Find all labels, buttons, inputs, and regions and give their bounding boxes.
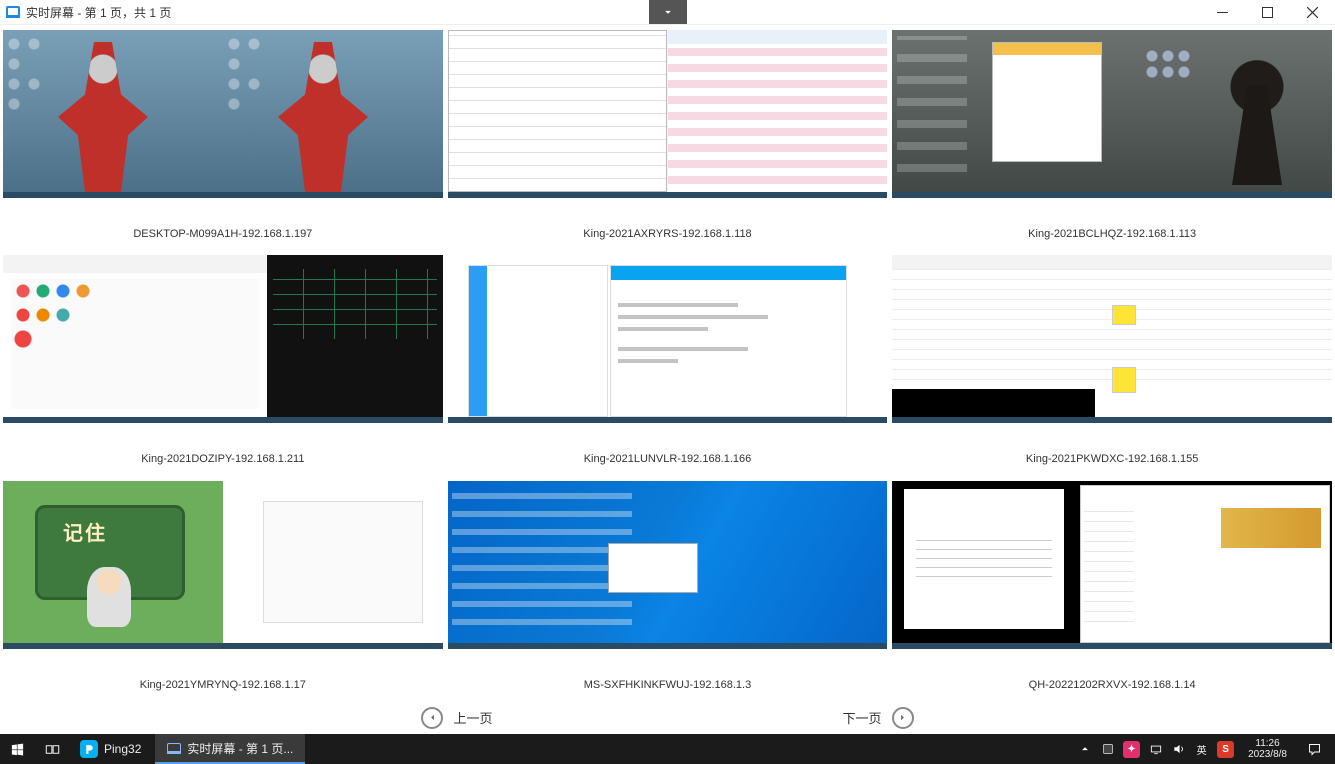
window-title: 实时屏幕 - 第 1 页，共 1 页	[26, 4, 171, 21]
task-view-icon	[45, 742, 60, 757]
tray-date: 2023/8/8	[1248, 749, 1287, 760]
screen-thumbnail[interactable]	[448, 30, 888, 198]
minimize-button[interactable]	[1200, 0, 1245, 25]
screen-cell: MS-SXFHKINKFWUJ-192.168.1.3	[448, 481, 888, 704]
tray-app-icon[interactable]	[1100, 742, 1115, 757]
taskbar-app-label: 实时屏幕 - 第 1 页...	[187, 740, 293, 757]
prev-page-button[interactable]: 上一页	[421, 705, 492, 730]
tray-volume-icon[interactable]	[1171, 742, 1186, 757]
screen-label: King-2021AXRYRS-192.168.1.118	[448, 228, 888, 240]
start-button[interactable]	[0, 734, 35, 764]
screen-label: King-2021PKWDXC-192.168.1.155	[892, 453, 1332, 465]
tray-network-icon[interactable]	[1148, 742, 1163, 757]
screen-thumbnail[interactable]	[892, 30, 1332, 198]
screen-cell: King-2021DOZIPY-192.168.1.211	[3, 255, 443, 478]
chevron-down-icon	[661, 5, 675, 19]
taskbar-app-ping32[interactable]: Ping32	[70, 734, 151, 764]
screen-thumbnail[interactable]	[892, 481, 1332, 649]
tray-ime-icon[interactable]: S	[1217, 741, 1234, 758]
taskbar-app-label: Ping32	[104, 742, 141, 756]
screen-thumbnail[interactable]	[892, 255, 1332, 423]
screen-label: King-2021LUNVLR-192.168.1.166	[448, 453, 888, 465]
screen-label: King-2021YMRYNQ-192.168.1.17	[3, 679, 443, 691]
arrow-left-icon	[421, 707, 443, 729]
monitor-icon	[167, 743, 181, 754]
screen-label: MS-SXFHKINKFWUJ-192.168.1.3	[448, 679, 888, 691]
screen-cell: King-2021AXRYRS-192.168.1.118	[448, 30, 888, 253]
screen-cell: 记住 King-2021YMRYNQ-192.168.1.17	[3, 481, 443, 704]
system-taskbar: Ping32 实时屏幕 - 第 1 页... ✦ 英 S 11:26 2023/…	[0, 734, 1335, 764]
windows-icon	[10, 742, 25, 757]
prev-page-label: 上一页	[453, 708, 492, 727]
screen-thumbnail[interactable]	[448, 481, 888, 649]
tray-app-icon[interactable]: ✦	[1123, 741, 1140, 758]
tray-time: 11:26	[1248, 738, 1287, 749]
screen-thumbnail[interactable]: 记住	[3, 481, 443, 649]
action-center-button[interactable]	[1301, 742, 1327, 757]
arrow-right-icon	[892, 707, 914, 729]
dropdown-center-button[interactable]	[649, 0, 687, 24]
screen-cell: King-2021PKWDXC-192.168.1.155	[892, 255, 1332, 478]
screen-cell: QH-20221202RXVX-192.168.1.14	[892, 481, 1332, 704]
taskbar-app-realtime-screen[interactable]: 实时屏幕 - 第 1 页...	[155, 734, 305, 764]
screen-label: King-2021BCLHQZ-192.168.1.113	[892, 228, 1332, 240]
screen-label: DESKTOP-M099A1H-192.168.1.197	[3, 228, 443, 240]
screen-thumbnail[interactable]	[3, 255, 443, 423]
screen-cell: King-2021LUNVLR-192.168.1.166	[448, 255, 888, 478]
next-page-button[interactable]: 下一页	[843, 705, 914, 730]
screen-thumbnail[interactable]	[3, 30, 443, 198]
screen-thumbnail[interactable]	[448, 255, 888, 423]
window-titlebar: 实时屏幕 - 第 1 页，共 1 页	[0, 0, 1335, 25]
screen-label: King-2021DOZIPY-192.168.1.211	[3, 453, 443, 465]
ping32-icon	[80, 740, 98, 758]
close-button[interactable]	[1290, 0, 1335, 25]
maximize-button[interactable]	[1245, 0, 1290, 25]
screen-cell: King-2021BCLHQZ-192.168.1.113	[892, 30, 1332, 253]
screen-grid: DESKTOP-M099A1H-192.168.1.197 King-2021A…	[3, 30, 1332, 704]
tray-ime-lang[interactable]: 英	[1194, 742, 1209, 757]
pagination: 上一页 下一页	[0, 705, 1335, 730]
monitor-icon	[6, 6, 20, 18]
system-tray: ✦ 英 S 11:26 2023/8/8	[1069, 734, 1335, 764]
screen-cell: DESKTOP-M099A1H-192.168.1.197	[3, 30, 443, 253]
tray-clock[interactable]: 11:26 2023/8/8	[1242, 738, 1293, 760]
screen-label: QH-20221202RXVX-192.168.1.14	[892, 679, 1332, 691]
task-view-button[interactable]	[35, 734, 70, 764]
next-page-label: 下一页	[843, 708, 882, 727]
tray-overflow-button[interactable]	[1077, 742, 1092, 757]
